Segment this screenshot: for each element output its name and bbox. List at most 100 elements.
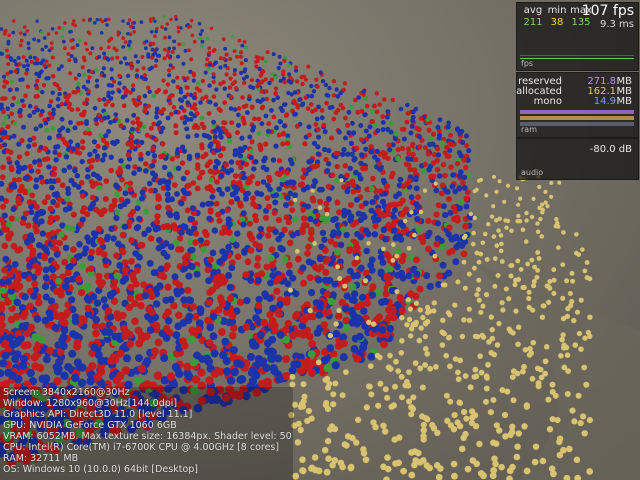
particle xyxy=(222,56,227,61)
particle xyxy=(235,160,241,166)
particle xyxy=(66,205,73,212)
particle xyxy=(228,331,237,340)
particle xyxy=(192,91,198,97)
particle xyxy=(502,199,507,204)
particle xyxy=(384,454,391,461)
particle xyxy=(299,228,306,235)
particle xyxy=(385,114,390,120)
particle xyxy=(109,353,118,362)
particle xyxy=(33,315,42,323)
particle xyxy=(359,293,367,301)
particle xyxy=(80,145,86,151)
min-value: 38 xyxy=(550,17,564,28)
particle xyxy=(16,176,23,183)
particle xyxy=(113,252,120,259)
particle xyxy=(549,388,556,395)
particle xyxy=(115,55,120,60)
particle xyxy=(97,97,102,103)
particle xyxy=(334,163,340,170)
particle xyxy=(21,103,27,109)
particle xyxy=(503,218,508,223)
particle xyxy=(306,64,311,69)
particle xyxy=(424,416,431,423)
particle xyxy=(463,195,470,202)
particle xyxy=(438,190,445,197)
particle xyxy=(96,112,102,118)
particle xyxy=(426,166,432,173)
particle xyxy=(194,152,201,158)
particle xyxy=(266,226,273,233)
particle xyxy=(241,174,247,181)
particle xyxy=(85,174,91,180)
particle xyxy=(191,375,201,384)
particle xyxy=(423,346,429,352)
particle xyxy=(174,191,180,197)
particle xyxy=(264,96,270,102)
particle xyxy=(216,186,223,193)
particle xyxy=(514,186,520,191)
particle xyxy=(491,204,496,209)
particle xyxy=(84,282,92,290)
particle xyxy=(189,57,194,62)
particle xyxy=(56,133,62,139)
particle xyxy=(170,302,178,310)
particle xyxy=(100,19,105,24)
particle xyxy=(363,404,370,411)
particle xyxy=(206,288,214,296)
particle xyxy=(267,321,276,329)
info-screen: Screen: 3840x2160@30Hz xyxy=(3,387,130,398)
particle xyxy=(11,133,17,139)
particle xyxy=(340,151,346,157)
particle xyxy=(564,391,571,397)
particle xyxy=(78,38,82,43)
particle xyxy=(129,126,135,132)
particle xyxy=(198,169,205,176)
particle xyxy=(408,194,415,201)
particle xyxy=(329,104,335,110)
particle xyxy=(424,351,431,357)
particle xyxy=(273,287,281,295)
particle xyxy=(417,365,424,372)
particle xyxy=(486,222,491,227)
particle xyxy=(29,192,36,199)
particle xyxy=(344,433,352,440)
particle xyxy=(566,445,573,453)
particle xyxy=(323,290,331,298)
particle xyxy=(138,151,144,158)
particle xyxy=(251,166,257,172)
particle xyxy=(73,57,78,62)
particle xyxy=(106,90,111,96)
particle xyxy=(24,174,31,181)
info-os: OS: Windows 10 (10.0.0) 64bit [Desktop] xyxy=(3,464,199,475)
particle xyxy=(129,61,134,66)
particle xyxy=(472,215,477,221)
particle xyxy=(255,98,260,104)
particle xyxy=(122,56,127,61)
particle xyxy=(51,171,58,177)
particle xyxy=(166,372,176,381)
particle xyxy=(322,247,329,254)
particle xyxy=(97,54,102,59)
particle xyxy=(14,215,21,222)
particle xyxy=(347,165,353,172)
particle xyxy=(464,133,469,139)
particle xyxy=(165,179,172,185)
particle xyxy=(167,100,173,106)
particle xyxy=(176,25,181,30)
particle xyxy=(1,212,8,219)
particle xyxy=(525,261,531,267)
particle xyxy=(226,138,233,144)
particle xyxy=(434,146,441,152)
particle xyxy=(399,338,405,344)
particle xyxy=(456,173,463,179)
particle xyxy=(259,121,265,127)
particle xyxy=(521,285,527,290)
particle xyxy=(128,39,132,44)
particle xyxy=(1,109,6,115)
particle xyxy=(222,100,227,105)
particle xyxy=(16,56,21,60)
particle xyxy=(391,219,398,226)
particle xyxy=(199,201,206,208)
particle xyxy=(274,354,283,363)
particle xyxy=(223,162,229,168)
